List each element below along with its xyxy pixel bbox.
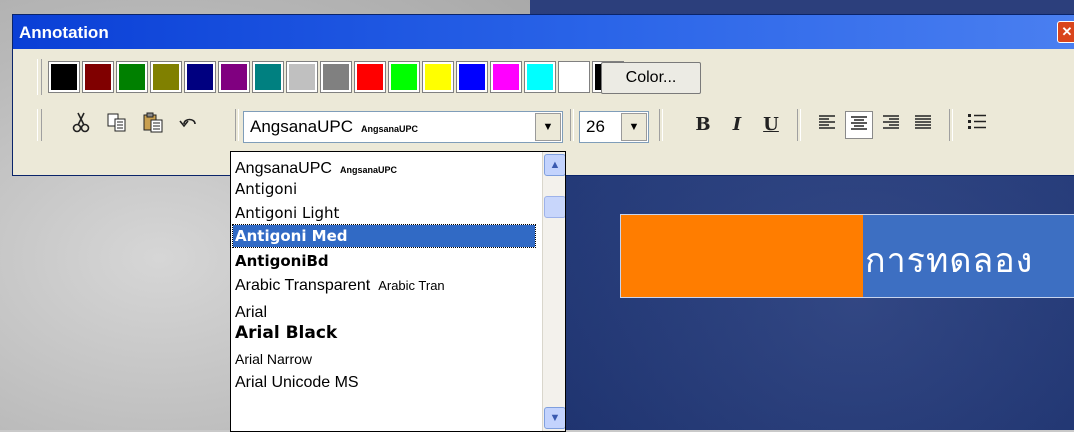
font-list-item-name: Antigoni Med: [235, 227, 348, 245]
font-list-item-name: AngsanaUPC: [235, 160, 332, 177]
color-swatches: [48, 61, 627, 96]
color-swatch[interactable]: [218, 61, 250, 93]
slide-title-text: การทดลอง: [865, 241, 1034, 281]
color-swatch[interactable]: [286, 61, 318, 93]
font-list-item[interactable]: Antigoni: [233, 178, 535, 200]
title-bar[interactable]: Annotation ✕: [13, 15, 1074, 49]
font-list-item-name: Arabic Transparent: [235, 277, 371, 294]
scroll-down-button[interactable]: ▼: [544, 407, 565, 429]
toolbar-separator: [659, 109, 663, 141]
window-title: Annotation: [19, 23, 109, 42]
font-list-item-name: AntigoniBd: [235, 252, 329, 270]
font-list-item[interactable]: AntigoniBd: [233, 250, 535, 272]
color-swatch[interactable]: [524, 61, 556, 93]
font-list-item[interactable]: Arial Narrow: [233, 348, 535, 370]
color-swatch[interactable]: [354, 61, 386, 93]
format-toolbar: AngsanaUPC AngsanaUPC ▼ 26 ▼ B I U: [37, 105, 1067, 147]
list-scrollbar[interactable]: ▲ ▼: [542, 152, 565, 431]
toolbar-separator: [949, 109, 953, 141]
copy-icon[interactable]: [103, 111, 131, 139]
font-list-item[interactable]: Antigoni Light: [233, 202, 535, 224]
color-swatch[interactable]: [422, 61, 454, 93]
chevron-down-icon: ▼: [542, 121, 554, 133]
scroll-thumb[interactable]: [544, 196, 565, 218]
chevron-down-icon: ▼: [549, 412, 561, 424]
toolbar-grip[interactable]: [37, 109, 42, 141]
font-list-item[interactable]: Arial Unicode MS: [233, 372, 535, 394]
align-left-icon[interactable]: [813, 111, 841, 139]
font-list-item-name: Arial Black: [235, 323, 338, 343]
color-swatch[interactable]: [388, 61, 420, 93]
font-size-select[interactable]: 26 ▼: [579, 111, 649, 143]
color-button[interactable]: Color...: [601, 62, 701, 94]
chevron-up-icon: ▲: [549, 159, 561, 171]
color-swatch[interactable]: [184, 61, 216, 93]
paste-icon[interactable]: [139, 111, 167, 139]
font-list-item[interactable]: Antigoni Med: [232, 224, 536, 248]
slide-title-box: การทดลอง: [620, 214, 1074, 298]
scroll-up-button[interactable]: ▲: [544, 154, 565, 176]
font-list-item[interactable]: Arial Black: [233, 322, 535, 344]
color-swatch[interactable]: [82, 61, 114, 93]
color-swatch[interactable]: [456, 61, 488, 93]
close-button[interactable]: ✕: [1057, 21, 1074, 43]
underline-button[interactable]: U: [757, 111, 785, 139]
font-name-value: AngsanaUPC: [250, 117, 354, 136]
font-list-item[interactable]: Arabic Transparent Arabic Tran: [233, 275, 535, 297]
chevron-down-icon: ▼: [628, 121, 640, 133]
toolbar-separator: [570, 109, 574, 141]
bold-button[interactable]: B: [689, 111, 717, 139]
font-name-select[interactable]: AngsanaUPC AngsanaUPC ▼: [243, 111, 563, 143]
toolbar-separator: [797, 109, 801, 141]
font-size-value: 26: [586, 117, 605, 136]
font-dropdown-list: AngsanaUPC AngsanaUPC Antigoni Antigoni Lig…: [230, 151, 566, 432]
font-list-item[interactable]: Arial: [233, 302, 535, 324]
font-list-item-preview: Arabic Tran: [378, 278, 445, 293]
scissors-icon[interactable]: [67, 111, 95, 139]
color-swatch[interactable]: [252, 61, 284, 93]
font-list-item-name: Antigoni: [235, 180, 298, 198]
color-swatch[interactable]: [48, 61, 80, 93]
font-list-item[interactable]: AngsanaUPC AngsanaUPC: [233, 158, 535, 180]
font-list-item-name: Antigoni Light: [235, 204, 340, 222]
font-list-item-name: Arial Unicode MS: [235, 374, 359, 391]
color-swatch[interactable]: [320, 61, 352, 93]
font-list-item-preview: AngsanaUPC: [339, 165, 397, 175]
italic-button[interactable]: I: [723, 111, 751, 139]
color-swatch[interactable]: [150, 61, 182, 93]
close-icon: ✕: [1061, 24, 1073, 39]
size-dropdown-button[interactable]: ▼: [621, 113, 647, 141]
color-swatch[interactable]: [558, 61, 590, 93]
color-swatch[interactable]: [116, 61, 148, 93]
font-list-item-name: Arial Narrow: [235, 351, 313, 367]
bullet-list-icon[interactable]: [963, 111, 991, 139]
undo-icon[interactable]: [175, 111, 203, 139]
font-list-item-name: Arial: [235, 304, 268, 321]
font-dropdown-button[interactable]: ▼: [535, 113, 561, 141]
toolbar-separator: [235, 109, 239, 141]
font-name-preview: AngsanaUPC: [361, 124, 419, 134]
align-justify-icon[interactable]: [909, 111, 937, 139]
slide-orange-block: [621, 215, 863, 297]
color-swatch[interactable]: [490, 61, 522, 93]
align-right-icon[interactable]: [877, 111, 905, 139]
color-palette-toolbar: Color...: [37, 59, 1067, 95]
align-center-icon[interactable]: [845, 111, 873, 139]
toolbar-grip[interactable]: [37, 59, 42, 95]
